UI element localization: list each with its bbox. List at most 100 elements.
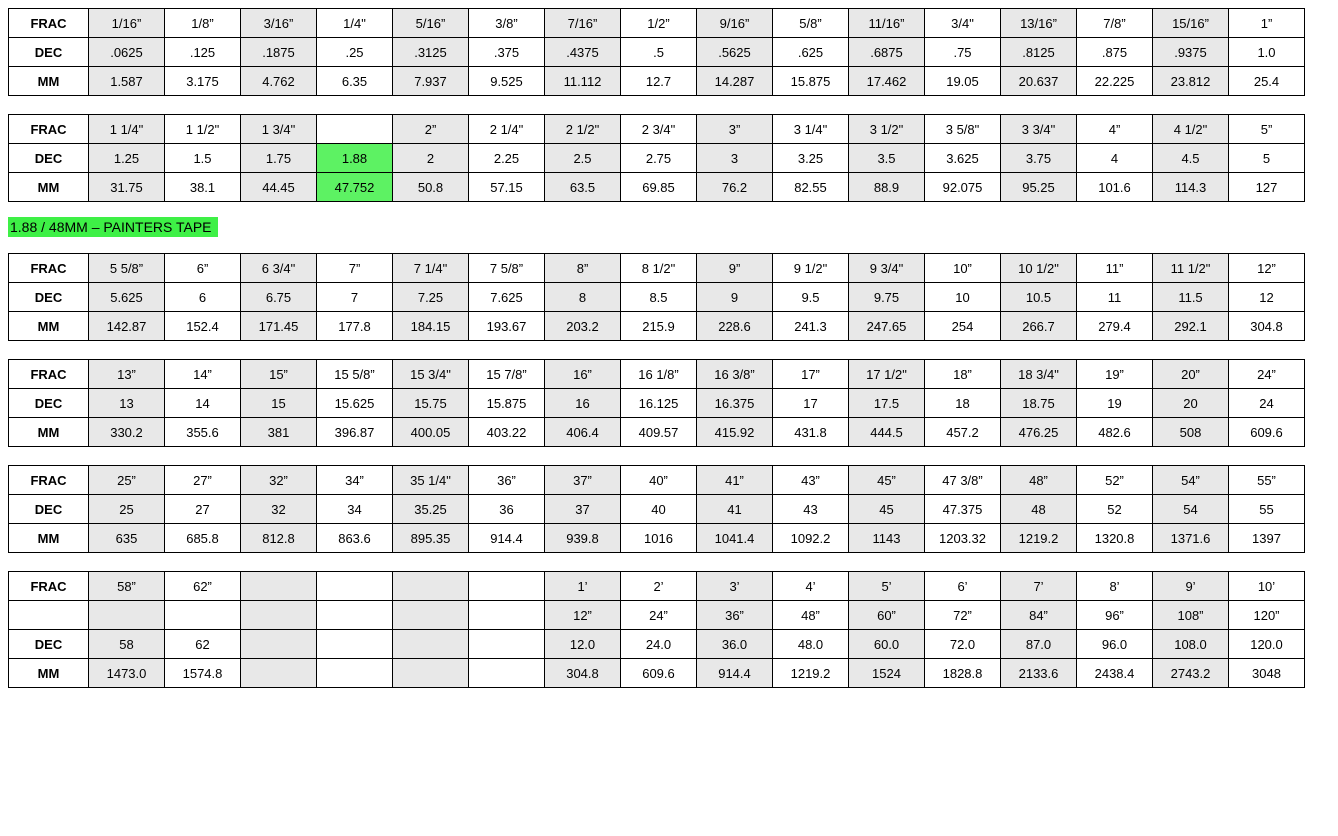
cell: 2438.4	[1077, 659, 1153, 688]
cell: 3/4"	[925, 9, 1001, 38]
cell	[469, 630, 545, 659]
table-row: FRAC58”62”1’2’3’4’5’6’7’8’9’10’	[9, 572, 1305, 601]
table-row: FRAC5 5/8”6”6 3/4"7”7 1/4"7 5/8”8”8 1/2"…	[9, 254, 1305, 283]
cell	[241, 601, 317, 630]
cell: 863.6	[317, 524, 393, 553]
cell: 62	[165, 630, 241, 659]
table-row: MM635685.8812.8863.6895.35914.4939.81016…	[9, 524, 1305, 553]
cell: .1875	[241, 38, 317, 67]
cell: 1320.8	[1077, 524, 1153, 553]
cell: 3 3/4"	[1001, 115, 1077, 144]
cell: 34”	[317, 466, 393, 495]
cell: 1.75	[241, 144, 317, 173]
cell	[317, 115, 393, 144]
row-label: FRAC	[9, 254, 89, 283]
cell: 184.15	[393, 312, 469, 341]
cell: 1.587	[89, 67, 165, 96]
row-label: FRAC	[9, 572, 89, 601]
cell: 2 3/4"	[621, 115, 697, 144]
cell: 27”	[165, 466, 241, 495]
table-row: FRAC13”14”15”15 5/8”15 3/4"15 7/8”16”16 …	[9, 360, 1305, 389]
cell: 5/8”	[773, 9, 849, 38]
cell: 396.87	[317, 418, 393, 447]
cell: 5.625	[89, 283, 165, 312]
cell: 1092.2	[773, 524, 849, 553]
cell: 7/16”	[545, 9, 621, 38]
cell: 47 3/8”	[925, 466, 1001, 495]
row-label: DEC	[9, 495, 89, 524]
cell: 3	[697, 144, 773, 173]
cell: 18 3/4"	[1001, 360, 1077, 389]
cell: 685.8	[165, 524, 241, 553]
cell: 58”	[89, 572, 165, 601]
cell: 11.112	[545, 67, 621, 96]
cell: 25”	[89, 466, 165, 495]
cell: 55	[1229, 495, 1305, 524]
cell: 18.75	[1001, 389, 1077, 418]
cell: 120”	[1229, 601, 1305, 630]
cell: 19	[1077, 389, 1153, 418]
cell: 32”	[241, 466, 317, 495]
cell: 72.0	[925, 630, 1001, 659]
cell: 508	[1153, 418, 1229, 447]
cell: 266.7	[1001, 312, 1077, 341]
cell: 12	[1229, 283, 1305, 312]
cell: 23.812	[1153, 67, 1229, 96]
cell: 2743.2	[1153, 659, 1229, 688]
cell: 9.75	[849, 283, 925, 312]
cell: 152.4	[165, 312, 241, 341]
cell: 62”	[165, 572, 241, 601]
cell	[89, 601, 165, 630]
cell: 939.8	[545, 524, 621, 553]
cell: 48.0	[773, 630, 849, 659]
conversion-table-1: FRAC1/16”1/8”3/16”1/4"5/16”3/8”7/16”1/2”…	[8, 8, 1305, 96]
cell: 10”	[925, 254, 1001, 283]
cell: 142.87	[89, 312, 165, 341]
cell: 16.375	[697, 389, 773, 418]
cell	[317, 572, 393, 601]
cell: 63.5	[545, 173, 621, 202]
cell: 87.0	[1001, 630, 1077, 659]
cell: 40”	[621, 466, 697, 495]
cell: 34	[317, 495, 393, 524]
cell: 84”	[1001, 601, 1077, 630]
table-row: DEC1.251.51.751.8822.252.52.7533.253.53.…	[9, 144, 1305, 173]
cell: .5	[621, 38, 697, 67]
row-label: DEC	[9, 38, 89, 67]
cell	[393, 630, 469, 659]
cell: .5625	[697, 38, 773, 67]
cell: 1.88	[317, 144, 393, 173]
table-row: DEC.0625.125.1875.25.3125.375.4375.5.562…	[9, 38, 1305, 67]
cell: 52	[1077, 495, 1153, 524]
conversion-table-5: FRAC25”27”32”34”35 1/4"36”37”40”41”43”45…	[8, 465, 1305, 553]
cell: 1016	[621, 524, 697, 553]
cell: 914.4	[469, 524, 545, 553]
cell: .125	[165, 38, 241, 67]
cell: 12”	[545, 601, 621, 630]
cell: 203.2	[545, 312, 621, 341]
cell: 1371.6	[1153, 524, 1229, 553]
cell: 15/16”	[1153, 9, 1229, 38]
cell: 812.8	[241, 524, 317, 553]
row-label: MM	[9, 312, 89, 341]
cell: 5 5/8”	[89, 254, 165, 283]
cell: 247.65	[849, 312, 925, 341]
cell	[317, 630, 393, 659]
cell: 3/16”	[241, 9, 317, 38]
cell: 4.762	[241, 67, 317, 96]
cell: 101.6	[1077, 173, 1153, 202]
cell: 482.6	[1077, 418, 1153, 447]
cell: 5”	[1229, 115, 1305, 144]
row-label: MM	[9, 173, 89, 202]
cell: .0625	[89, 38, 165, 67]
cell: 8	[545, 283, 621, 312]
cell: 6 3/4"	[241, 254, 317, 283]
cell: 47.752	[317, 173, 393, 202]
cell: 41”	[697, 466, 773, 495]
cell: 24.0	[621, 630, 697, 659]
cell: 15 3/4"	[393, 360, 469, 389]
cell: 36”	[469, 466, 545, 495]
cell: 12”	[1229, 254, 1305, 283]
cell: 5’	[849, 572, 925, 601]
cell: 3.625	[925, 144, 1001, 173]
